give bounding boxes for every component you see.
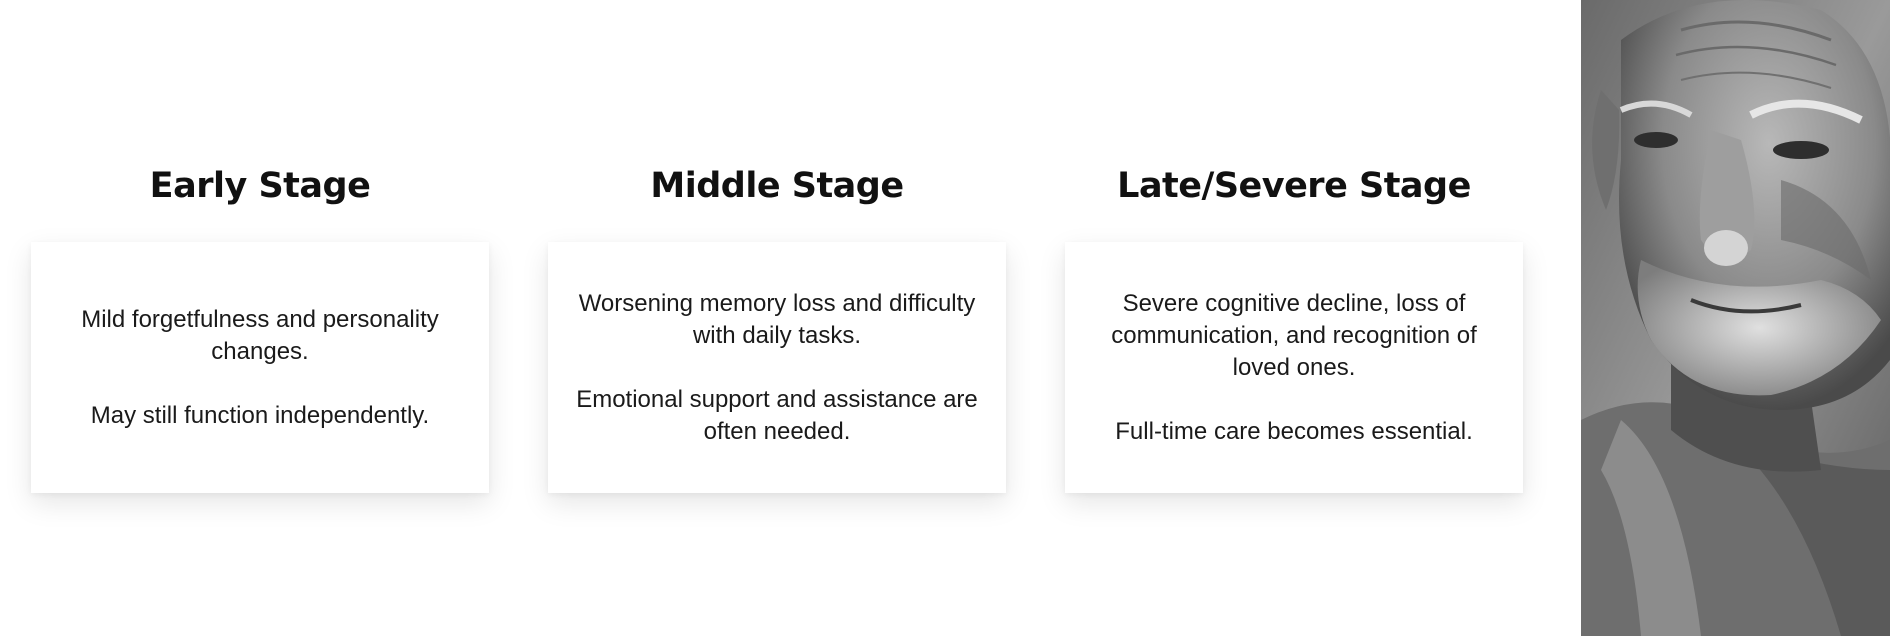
stage-description: Severe cognitive decline, loss of commun…	[1111, 289, 1477, 381]
stage-title: Early Stage	[149, 166, 371, 206]
stage-title: Middle Stage	[650, 166, 904, 206]
stage-description: Mild forgetfulness and personality chang…	[81, 305, 439, 365]
stage-note: May still function independently.	[90, 401, 430, 429]
stage-description: Worsening memory loss and difficulty wit…	[578, 289, 976, 349]
stage-note: Full-time care becomes essential.	[1115, 417, 1473, 445]
stage-late: Late/Severe Stage Severe cognitive decli…	[1065, 0, 1523, 636]
stage-early: Early Stage Mild forgetfulness and perso…	[31, 0, 489, 636]
stages-slide: Early Stage Mild forgetfulness and perso…	[0, 0, 1890, 636]
stage-card: Severe cognitive decline, loss of commun…	[1065, 242, 1523, 493]
stage-note: Emotional support and assistance are oft…	[576, 385, 978, 445]
stage-title: Late/Severe Stage	[1117, 166, 1471, 206]
elderly-man-photo	[1581, 0, 1890, 636]
stage-card: Mild forgetfulness and personality chang…	[31, 242, 489, 493]
stage-card: Worsening memory loss and difficulty wit…	[548, 242, 1006, 493]
portrait-illustration	[1581, 0, 1890, 636]
stage-middle: Middle Stage Worsening memory loss and d…	[548, 0, 1006, 636]
